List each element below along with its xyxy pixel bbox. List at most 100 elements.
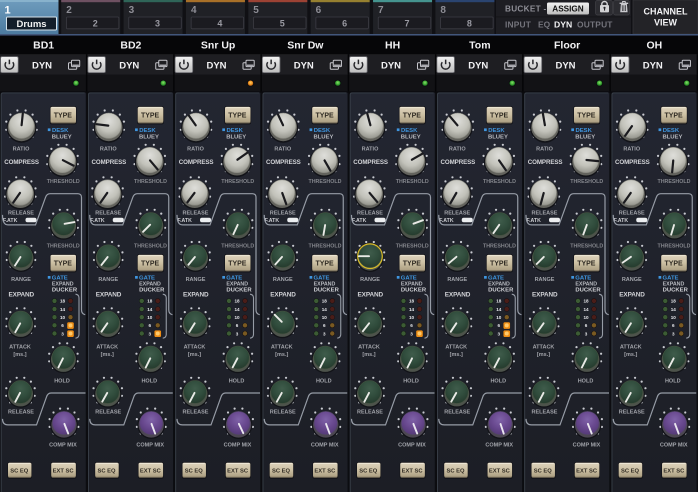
svg-text:THRESHOLD: THRESHOLD	[483, 244, 516, 250]
svg-text:COMP MIX: COMP MIX	[224, 443, 252, 449]
svg-text:RANGE: RANGE	[447, 277, 467, 283]
svg-text:THRESHOLD: THRESHOLD	[134, 179, 167, 185]
svg-text:10: 10	[322, 315, 328, 320]
svg-text:DESK: DESK	[139, 128, 156, 134]
svg-text:EXT SC: EXT SC	[314, 468, 336, 474]
svg-text:3: 3	[148, 331, 151, 336]
svg-text:DYN: DYN	[554, 20, 572, 30]
svg-text:Tom: Tom	[469, 40, 490, 52]
svg-text:BLUEY: BLUEY	[139, 135, 159, 141]
svg-text:HH: HH	[385, 40, 400, 52]
svg-text:HOLD: HOLD	[229, 379, 245, 385]
svg-text:[ms.]: [ms.]	[537, 352, 550, 358]
svg-text:TYPE: TYPE	[403, 113, 422, 120]
svg-text:COMP MIX: COMP MIX	[136, 443, 164, 449]
svg-text:TYPE: TYPE	[577, 113, 596, 120]
svg-text:EXPAND: EXPAND	[358, 292, 384, 299]
svg-text:EXPAND: EXPAND	[139, 281, 161, 287]
svg-text:DUCKER: DUCKER	[52, 288, 78, 294]
svg-text:SC EQ: SC EQ	[10, 468, 29, 474]
svg-text:EQ: EQ	[538, 20, 551, 30]
svg-text:EXT SC: EXT SC	[402, 468, 424, 474]
svg-text:DESK: DESK	[663, 128, 680, 134]
svg-text:COMP MIX: COMP MIX	[49, 443, 77, 449]
svg-text:3: 3	[672, 331, 675, 336]
svg-text:SC EQ: SC EQ	[447, 468, 466, 474]
svg-text:ATTACK: ATTACK	[9, 345, 31, 351]
svg-text:ASSIGN: ASSIGN	[552, 5, 583, 14]
svg-text:RANGE: RANGE	[98, 277, 118, 283]
svg-text:RELEASE: RELEASE	[183, 210, 209, 216]
svg-text:14: 14	[60, 307, 66, 312]
svg-text:RATIO: RATIO	[187, 146, 204, 152]
svg-text:COMP MIX: COMP MIX	[573, 443, 601, 449]
svg-text:EXPAND: EXPAND	[270, 292, 296, 299]
svg-text:OH: OH	[647, 40, 663, 52]
svg-text:RANGE: RANGE	[622, 277, 642, 283]
svg-text:BLUEY: BLUEY	[401, 135, 421, 141]
svg-text:BD2: BD2	[120, 40, 141, 52]
svg-text:TYPE: TYPE	[228, 113, 247, 120]
svg-text:COMP MIX: COMP MIX	[398, 443, 426, 449]
svg-text:3: 3	[585, 331, 588, 336]
svg-text:7: 7	[405, 19, 410, 29]
svg-text:BUCKET: BUCKET	[505, 5, 541, 14]
svg-text:EXT SC: EXT SC	[489, 468, 511, 474]
svg-text:3: 3	[497, 331, 500, 336]
svg-text:ATTACK: ATTACK	[184, 345, 206, 351]
svg-text:RATIO: RATIO	[449, 146, 466, 152]
svg-text:14: 14	[322, 307, 328, 312]
svg-text:5: 5	[280, 19, 285, 29]
svg-text:OUTPUT: OUTPUT	[577, 20, 613, 30]
svg-text:[ms.]: [ms.]	[275, 352, 288, 358]
svg-text:TYPE: TYPE	[315, 261, 334, 268]
svg-text:COMP MIX: COMP MIX	[660, 443, 688, 449]
svg-text:[ms.]: [ms.]	[624, 352, 637, 358]
svg-text:6: 6	[61, 323, 64, 328]
svg-text:EXPAND: EXPAND	[226, 281, 248, 287]
svg-text:3: 3	[61, 331, 64, 336]
svg-text:THRESHOLD: THRESHOLD	[308, 179, 341, 185]
svg-text:RELEASE: RELEASE	[444, 410, 470, 416]
svg-text:[ms.]: [ms.]	[13, 352, 26, 358]
svg-text:6: 6	[236, 323, 239, 328]
svg-text:RELEASE: RELEASE	[183, 410, 209, 416]
svg-text:18: 18	[60, 299, 66, 304]
svg-text:EXT SC: EXT SC	[140, 468, 162, 474]
svg-text:TYPE: TYPE	[664, 261, 683, 268]
svg-text:BLUEY: BLUEY	[52, 135, 72, 141]
svg-text:18: 18	[409, 299, 415, 304]
svg-text:TYPE: TYPE	[664, 113, 683, 120]
svg-text:RANGE: RANGE	[11, 277, 31, 283]
svg-text:6: 6	[342, 19, 347, 29]
svg-text:DYN: DYN	[468, 60, 488, 71]
svg-text:18: 18	[583, 299, 589, 304]
svg-text:THRESHOLD: THRESHOLD	[396, 179, 429, 185]
svg-text:5: 5	[253, 5, 259, 16]
svg-text:DUCKER: DUCKER	[139, 288, 165, 294]
svg-text:EXPAND: EXPAND	[9, 292, 35, 299]
svg-text:DESK: DESK	[576, 128, 593, 134]
svg-text:EXT SC: EXT SC	[53, 468, 75, 474]
svg-text:RANGE: RANGE	[535, 277, 555, 283]
svg-text:EXPAND: EXPAND	[401, 281, 423, 287]
svg-text:VIEW: VIEW	[654, 18, 678, 28]
svg-text:10: 10	[409, 315, 415, 320]
svg-text:6: 6	[585, 323, 588, 328]
svg-text:RATIO: RATIO	[100, 146, 117, 152]
svg-text:14: 14	[496, 307, 502, 312]
svg-text:Snr Dw: Snr Dw	[287, 40, 324, 52]
svg-text:14: 14	[409, 307, 415, 312]
svg-text:RELEASE: RELEASE	[532, 410, 558, 416]
svg-text:INPUT: INPUT	[505, 20, 532, 30]
svg-text:EXPAND: EXPAND	[663, 281, 685, 287]
svg-text:THRESHOLD: THRESHOLD	[221, 244, 254, 250]
svg-text:DUCKER: DUCKER	[401, 288, 427, 294]
svg-text:EXPAND: EXPAND	[619, 292, 645, 299]
svg-text:2: 2	[66, 5, 72, 16]
svg-text:TYPE: TYPE	[54, 261, 73, 268]
svg-text:14: 14	[671, 307, 677, 312]
svg-text:HOLD: HOLD	[54, 379, 70, 385]
svg-text:TYPE: TYPE	[315, 113, 334, 120]
svg-text:RELEASE: RELEASE	[357, 210, 383, 216]
